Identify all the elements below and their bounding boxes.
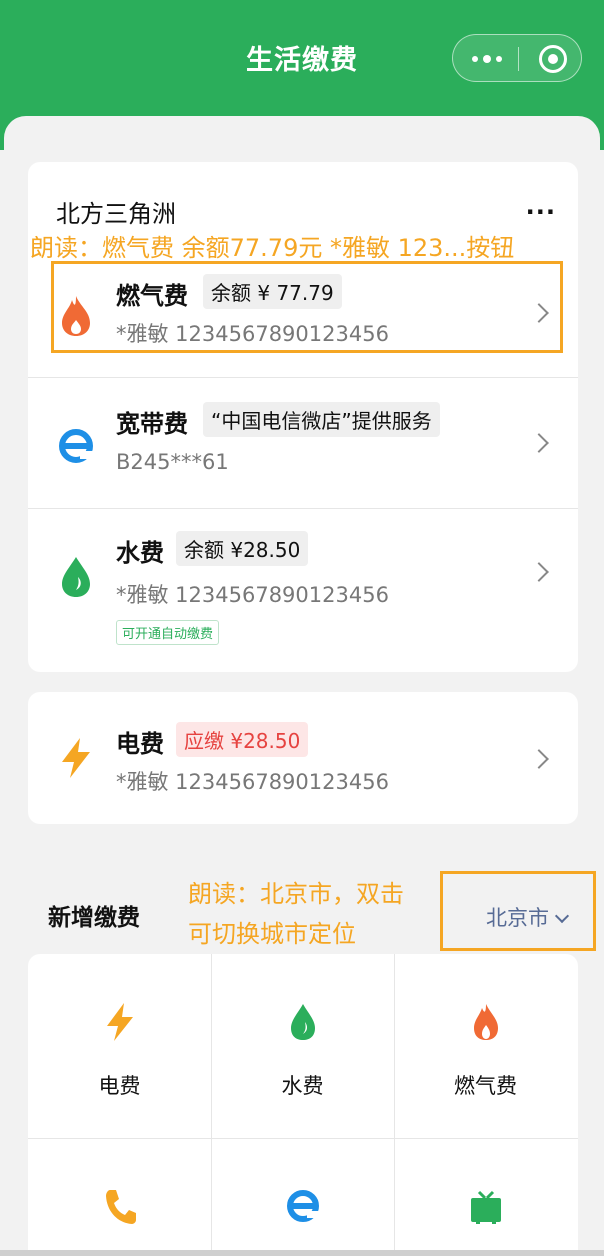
- bill-row-broadband[interactable]: 宽带费 “中国电信微店”提供服务 B245***61: [28, 378, 578, 508]
- flame-icon: [474, 1004, 498, 1040]
- bill-account-number: B245***61: [116, 450, 229, 474]
- water-drop-icon: [62, 557, 90, 597]
- bill-row-electricity[interactable]: 电费 应缴 ¥28.50 *雅敏 1234567890123456: [28, 692, 578, 824]
- provider-tag: “中国电信微店”提供服务: [203, 402, 440, 437]
- phone-icon: [106, 1190, 136, 1224]
- chevron-right-icon: [529, 433, 549, 453]
- payment-type-gas[interactable]: 燃气费: [394, 954, 577, 1138]
- bill-name: 宽带费: [116, 410, 188, 438]
- payment-type-label: 燃气费: [454, 1074, 517, 1098]
- payment-type-electricity[interactable]: 电费: [28, 954, 211, 1138]
- payment-type-label: 电费: [98, 1074, 141, 1098]
- bill-name: 电费: [116, 730, 164, 758]
- chevron-down-icon: [554, 908, 570, 924]
- ie-icon: [59, 429, 94, 463]
- account-more-button[interactable]: ···: [526, 198, 556, 226]
- tv-icon: [471, 1190, 501, 1224]
- chevron-right-icon: [529, 562, 549, 582]
- payment-type-grid: 电费 水费 燃气费: [28, 954, 578, 1256]
- payment-type-tv[interactable]: [394, 1138, 577, 1256]
- city-name: 北京市: [486, 906, 549, 930]
- payment-type-label: 水费: [281, 1074, 324, 1098]
- city-selector[interactable]: 北京市: [486, 902, 570, 932]
- focus-highlight-gas: [51, 261, 563, 353]
- bottom-edge: [0, 1250, 604, 1256]
- bill-row-water[interactable]: 水费 余额 ¥28.50 *雅敏 1234567890123456 可开通自动缴…: [28, 509, 578, 672]
- bill-name: 水费: [116, 539, 164, 567]
- lightning-icon: [62, 738, 90, 778]
- electricity-card: 电费 应缴 ¥28.50 *雅敏 1234567890123456: [28, 692, 578, 824]
- screen-reader-annotation-city-2: 可切换城市定位: [188, 920, 356, 948]
- payment-type-phone[interactable]: [28, 1138, 211, 1256]
- lightning-icon: [107, 1003, 133, 1041]
- balance-tag: 余额 ¥28.50: [176, 531, 309, 566]
- payment-type-broadband[interactable]: [211, 1138, 394, 1256]
- mini-program-capsule: [452, 34, 582, 82]
- screen-reader-annotation-gas: 朗读：燃气费 余额77.79元 *雅敏 123...按钮: [30, 234, 515, 262]
- new-payment-title: 新增缴费: [48, 905, 140, 931]
- chevron-right-icon: [529, 749, 549, 769]
- payment-type-water[interactable]: 水费: [211, 954, 394, 1138]
- bill-account-number: *雅敏 1234567890123456: [116, 770, 389, 794]
- capsule-divider: [518, 47, 519, 71]
- screen-reader-annotation-city-1: 朗读：北京市，双击: [188, 880, 404, 908]
- bill-account-number: *雅敏 1234567890123456: [116, 583, 389, 607]
- ie-icon: [287, 1190, 321, 1222]
- target-icon[interactable]: [539, 45, 567, 73]
- water-drop-icon: [291, 1004, 315, 1040]
- account-name: 北方三角洲: [56, 200, 176, 228]
- due-amount-tag: 应缴 ¥28.50: [176, 722, 309, 757]
- more-dots-icon[interactable]: [469, 48, 505, 70]
- auto-pay-tag[interactable]: 可开通自动缴费: [116, 620, 220, 645]
